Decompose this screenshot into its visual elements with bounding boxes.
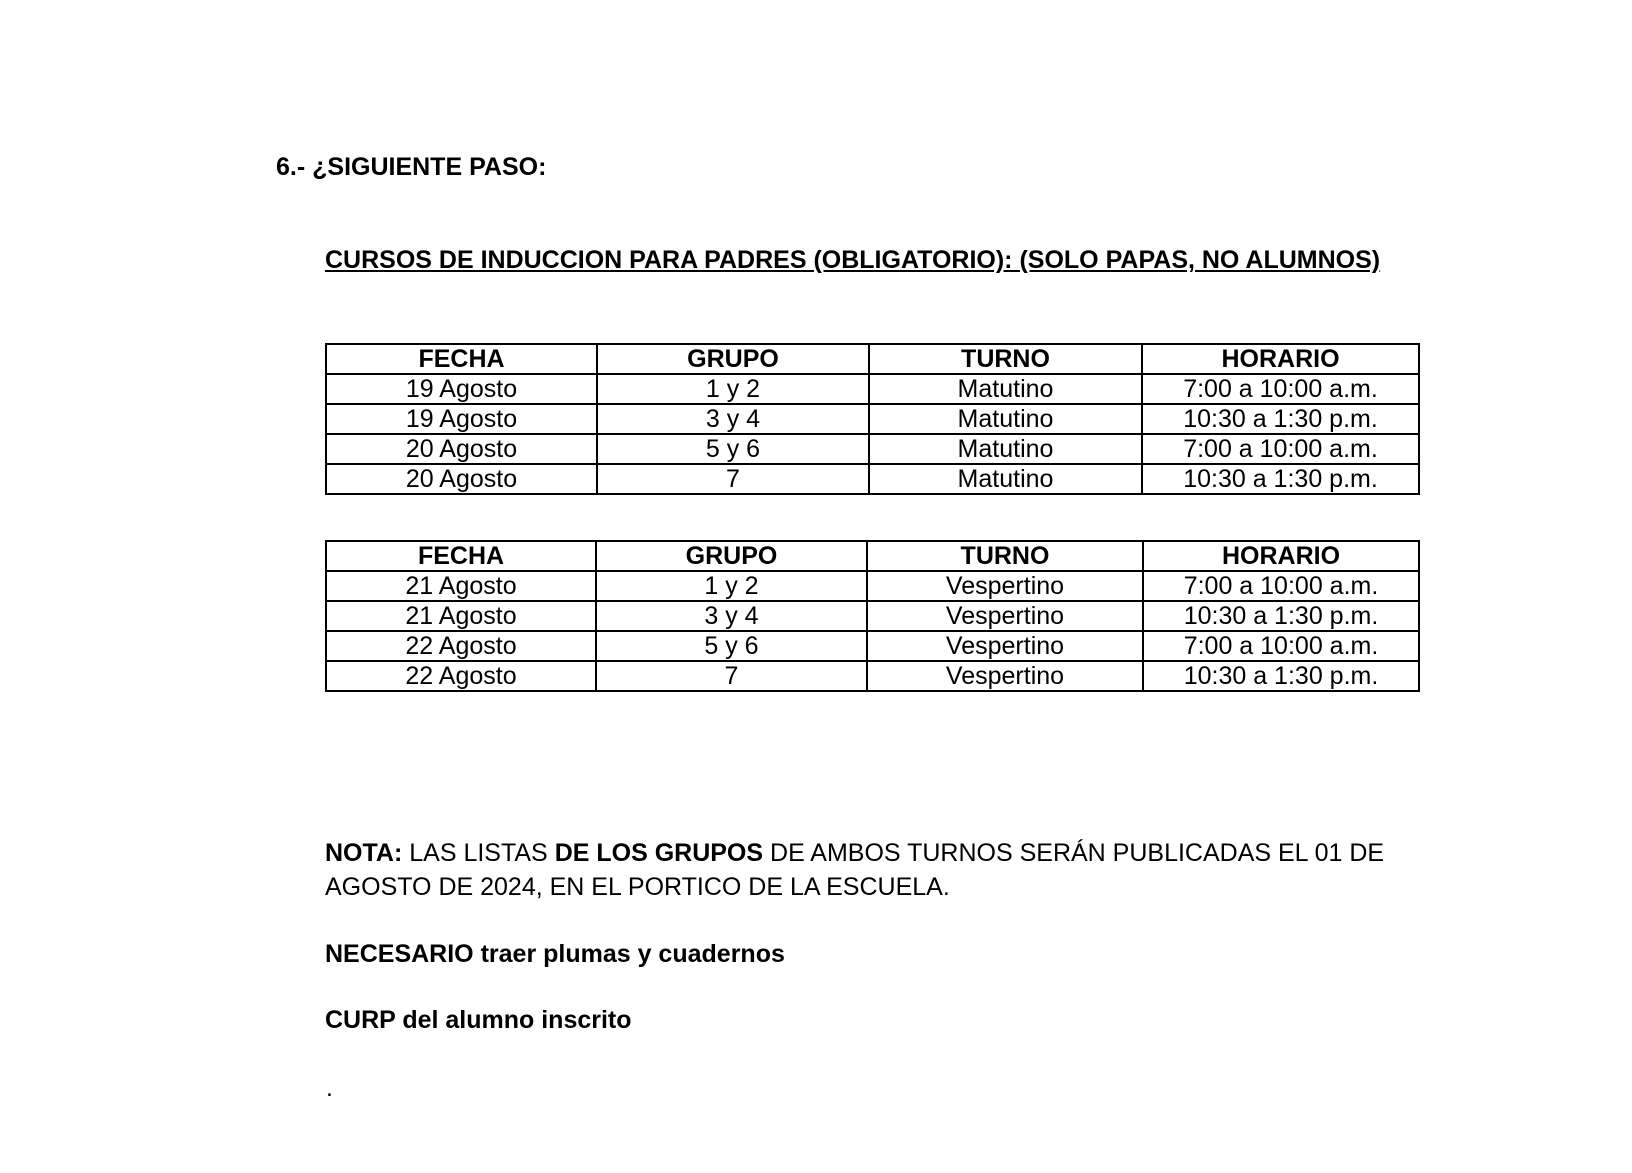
cell-fecha: 21 Agosto bbox=[325, 600, 597, 632]
cell-fecha: 20 Agosto bbox=[325, 433, 598, 465]
step-heading: 6.- ¿SIGUIENTE PASO: bbox=[276, 153, 547, 181]
header-fecha: FECHA bbox=[325, 343, 598, 375]
table-row: 22 Agosto 5 y 6 Vespertino 7:00 a 10:00 … bbox=[325, 630, 1420, 662]
cell-turno: Vespertino bbox=[866, 570, 1144, 602]
cell-horario: 7:00 a 10:00 a.m. bbox=[1142, 630, 1420, 662]
cell-fecha: 22 Agosto bbox=[325, 660, 597, 692]
cell-grupo: 1 y 2 bbox=[596, 373, 870, 405]
cell-fecha: 19 Agosto bbox=[325, 373, 598, 405]
cell-horario: 7:00 a 10:00 a.m. bbox=[1141, 373, 1420, 405]
cell-grupo: 5 y 6 bbox=[596, 433, 870, 465]
cell-horario: 10:30 a 1:30 p.m. bbox=[1142, 660, 1420, 692]
trailing-period: . bbox=[326, 1074, 333, 1102]
table-row: 20 Agosto 5 y 6 Matutino 7:00 a 10:00 a.… bbox=[325, 433, 1420, 465]
cell-horario: 10:30 a 1:30 p.m. bbox=[1141, 403, 1420, 435]
note-paragraph: NOTA: LAS LISTAS DE LOS GRUPOS DE AMBOS … bbox=[325, 836, 1425, 904]
cell-fecha: 20 Agosto bbox=[325, 463, 598, 495]
header-grupo: GRUPO bbox=[596, 343, 870, 375]
cell-horario: 10:30 a 1:30 p.m. bbox=[1142, 600, 1420, 632]
cell-grupo: 7 bbox=[596, 463, 870, 495]
header-turno: TURNO bbox=[868, 343, 1143, 375]
header-horario: HORARIO bbox=[1142, 540, 1420, 572]
table-row: 21 Agosto 3 y 4 Vespertino 10:30 a 1:30 … bbox=[325, 600, 1420, 632]
cell-turno: Matutino bbox=[868, 403, 1143, 435]
cell-grupo: 3 y 4 bbox=[596, 403, 870, 435]
cell-turno: Vespertino bbox=[866, 660, 1144, 692]
requirement-curp: CURP del alumno inscrito bbox=[325, 1006, 632, 1034]
note-label: NOTA: bbox=[325, 839, 403, 867]
cell-grupo: 5 y 6 bbox=[595, 630, 868, 662]
cell-turno: Vespertino bbox=[866, 600, 1144, 632]
table-row: 20 Agosto 7 Matutino 10:30 a 1:30 p.m. bbox=[325, 463, 1420, 495]
cell-horario: 7:00 a 10:00 a.m. bbox=[1142, 570, 1420, 602]
cell-grupo: 1 y 2 bbox=[595, 570, 868, 602]
table-row: 21 Agosto 1 y 2 Vespertino 7:00 a 10:00 … bbox=[325, 570, 1420, 602]
header-fecha: FECHA bbox=[325, 540, 597, 572]
course-title: CURSOS DE INDUCCION PARA PADRES (OBLIGAT… bbox=[325, 246, 1381, 274]
header-turno: TURNO bbox=[866, 540, 1144, 572]
header-horario: HORARIO bbox=[1141, 343, 1420, 375]
cell-grupo: 3 y 4 bbox=[595, 600, 868, 632]
cell-turno: Vespertino bbox=[866, 630, 1144, 662]
table-row: 19 Agosto 1 y 2 Matutino 7:00 a 10:00 a.… bbox=[325, 373, 1420, 405]
cell-turno: Matutino bbox=[868, 433, 1143, 465]
requirement-supplies: NECESARIO traer plumas y cuadernos bbox=[325, 940, 785, 968]
note-text-1: LAS LISTAS bbox=[402, 839, 555, 867]
cell-fecha: 19 Agosto bbox=[325, 403, 598, 435]
cell-grupo: 7 bbox=[595, 660, 868, 692]
cell-fecha: 22 Agosto bbox=[325, 630, 597, 662]
cell-turno: Matutino bbox=[868, 463, 1143, 495]
cell-horario: 10:30 a 1:30 p.m. bbox=[1141, 463, 1420, 495]
table-header-row: FECHA GRUPO TURNO HORARIO bbox=[325, 343, 1420, 375]
table-header-row: FECHA GRUPO TURNO HORARIO bbox=[325, 540, 1420, 572]
header-grupo: GRUPO bbox=[595, 540, 868, 572]
table-row: 22 Agosto 7 Vespertino 10:30 a 1:30 p.m. bbox=[325, 660, 1420, 692]
cell-horario: 7:00 a 10:00 a.m. bbox=[1141, 433, 1420, 465]
cell-turno: Matutino bbox=[868, 373, 1143, 405]
note-bold-text: DE LOS GRUPOS bbox=[554, 839, 764, 867]
schedule-table-vespertino: FECHA GRUPO TURNO HORARIO 21 Agosto 1 y … bbox=[325, 540, 1420, 692]
schedule-table-matutino: FECHA GRUPO TURNO HORARIO 19 Agosto 1 y … bbox=[325, 343, 1420, 495]
cell-fecha: 21 Agosto bbox=[325, 570, 597, 602]
table-row: 19 Agosto 3 y 4 Matutino 10:30 a 1:30 p.… bbox=[325, 403, 1420, 435]
